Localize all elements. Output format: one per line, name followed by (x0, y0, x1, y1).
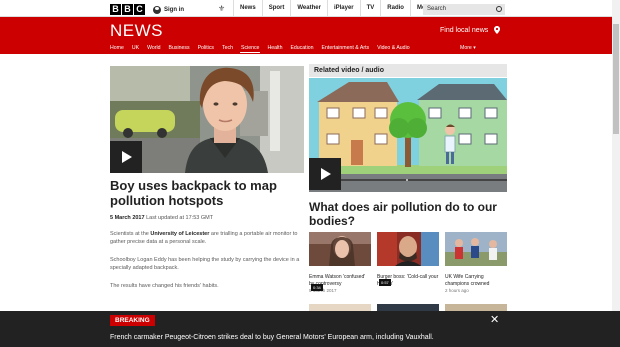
news-masthead: NEWS Find local news (0, 17, 620, 45)
location-pin-icon (494, 26, 500, 34)
global-nav: News Sport Weather iPlayer TV Radio More… (233, 0, 442, 17)
global-nav-news[interactable]: News (233, 0, 262, 17)
nav-science[interactable]: Science (237, 42, 263, 54)
search-placeholder: Search (427, 6, 447, 12)
breaking-news-banner: BREAKING ✕ French carmaker Peugeot-Citro… (0, 311, 620, 347)
breaking-label: BREAKING (110, 315, 155, 326)
global-nav-radio[interactable]: Radio (380, 0, 410, 17)
nav-more[interactable]: More ▾ (460, 42, 476, 54)
nav-more-label: More (460, 45, 472, 51)
article-paragraph-1: Scientists at the University of Leiceste… (110, 230, 302, 246)
duration-badge: 0:34 (311, 284, 323, 291)
related-thumbnail-1 (309, 232, 371, 266)
breaking-message[interactable]: French carmaker Peugeot-Citroen strikes … (110, 333, 434, 343)
section-nav: Home UK World Business Politics Tech Sci… (0, 42, 620, 54)
logo-letter: B (122, 4, 133, 15)
related-thumbnails: 0:34 Emma Watson 'confused' by controver… (309, 232, 509, 302)
global-nav-tv[interactable]: TV (359, 0, 381, 17)
related-thumbnail-3 (445, 232, 507, 266)
related-headline[interactable]: What does air pollution do to our bodies… (309, 200, 509, 228)
sign-in-link[interactable]: Sign in (153, 4, 184, 15)
global-nav-iplayer[interactable]: iPlayer (326, 0, 360, 17)
nav-entertainment-arts[interactable]: Entertainment & Arts (318, 42, 374, 54)
global-nav-weather[interactable]: Weather (290, 0, 327, 17)
article-paragraph-3: The results have changed his friends' ha… (110, 283, 219, 289)
notifications-bell-icon[interactable]: ⚜ (218, 4, 225, 13)
nav-video-audio[interactable]: Video & Audio (373, 42, 414, 54)
nav-business[interactable]: Business (165, 42, 194, 54)
related-item[interactable]: UK Wife Carrying champions crowned 2 hou… (445, 232, 507, 293)
related-thumbnail-2 (377, 232, 439, 266)
global-nav-sport[interactable]: Sport (261, 0, 291, 17)
duration-badge: 0:57 (379, 279, 391, 286)
logo-letter: B (110, 4, 121, 15)
logo-letter: C (134, 4, 145, 15)
related-heading: Related video / audio (309, 64, 507, 77)
nav-home[interactable]: Home (110, 42, 128, 54)
related-date: 2 hours ago (445, 288, 469, 293)
related-item[interactable]: 0:57 Burger boss: 'Cold-call your heroes… (377, 232, 439, 288)
para1-pre: Scientists at the (110, 231, 151, 237)
article-date: 5 March 2017 (110, 215, 145, 221)
related-caption[interactable]: UK Wife Carrying champions crowned (445, 274, 507, 287)
top-bar: B B C Sign in ⚜ News Sport Weather iPlay… (0, 0, 620, 17)
hero-play-button[interactable] (110, 141, 142, 173)
article-dateline: 5 March 2017 Last updated at 17:53 GMT (110, 215, 213, 221)
related-play-button[interactable] (309, 158, 341, 190)
find-local-news-link[interactable]: Find local news (440, 26, 488, 36)
nav-politics[interactable]: Politics (194, 42, 218, 54)
nav-education[interactable]: Education (286, 42, 317, 54)
scrollbar-thumb[interactable] (613, 24, 619, 134)
article-paragraph-2: Schoolboy Logan Eddy has been helping th… (110, 257, 300, 271)
related-item[interactable]: 0:34 Emma Watson 'confused' by controver… (309, 232, 371, 293)
nav-health[interactable]: Health (263, 42, 286, 54)
search-icon[interactable] (496, 6, 502, 12)
nav-tech[interactable]: Tech (218, 42, 237, 54)
user-icon (153, 5, 161, 14)
bbc-logo[interactable]: B B C (110, 4, 145, 15)
close-icon[interactable]: ✕ (490, 314, 499, 326)
article-updated: Last updated at 17:53 GMT (146, 215, 214, 221)
search-input[interactable]: Search (423, 4, 505, 15)
browser-page: B B C Sign in ⚜ News Sport Weather iPlay… (0, 0, 620, 347)
news-title[interactable]: NEWS (110, 20, 163, 42)
nav-uk[interactable]: UK (128, 42, 143, 54)
article-headline: Boy uses backpack to map pollution hotsp… (110, 178, 277, 208)
university-link[interactable]: University of Leicester (150, 231, 209, 237)
sign-in-label: Sign in (164, 6, 184, 13)
nav-world[interactable]: World (143, 42, 164, 54)
